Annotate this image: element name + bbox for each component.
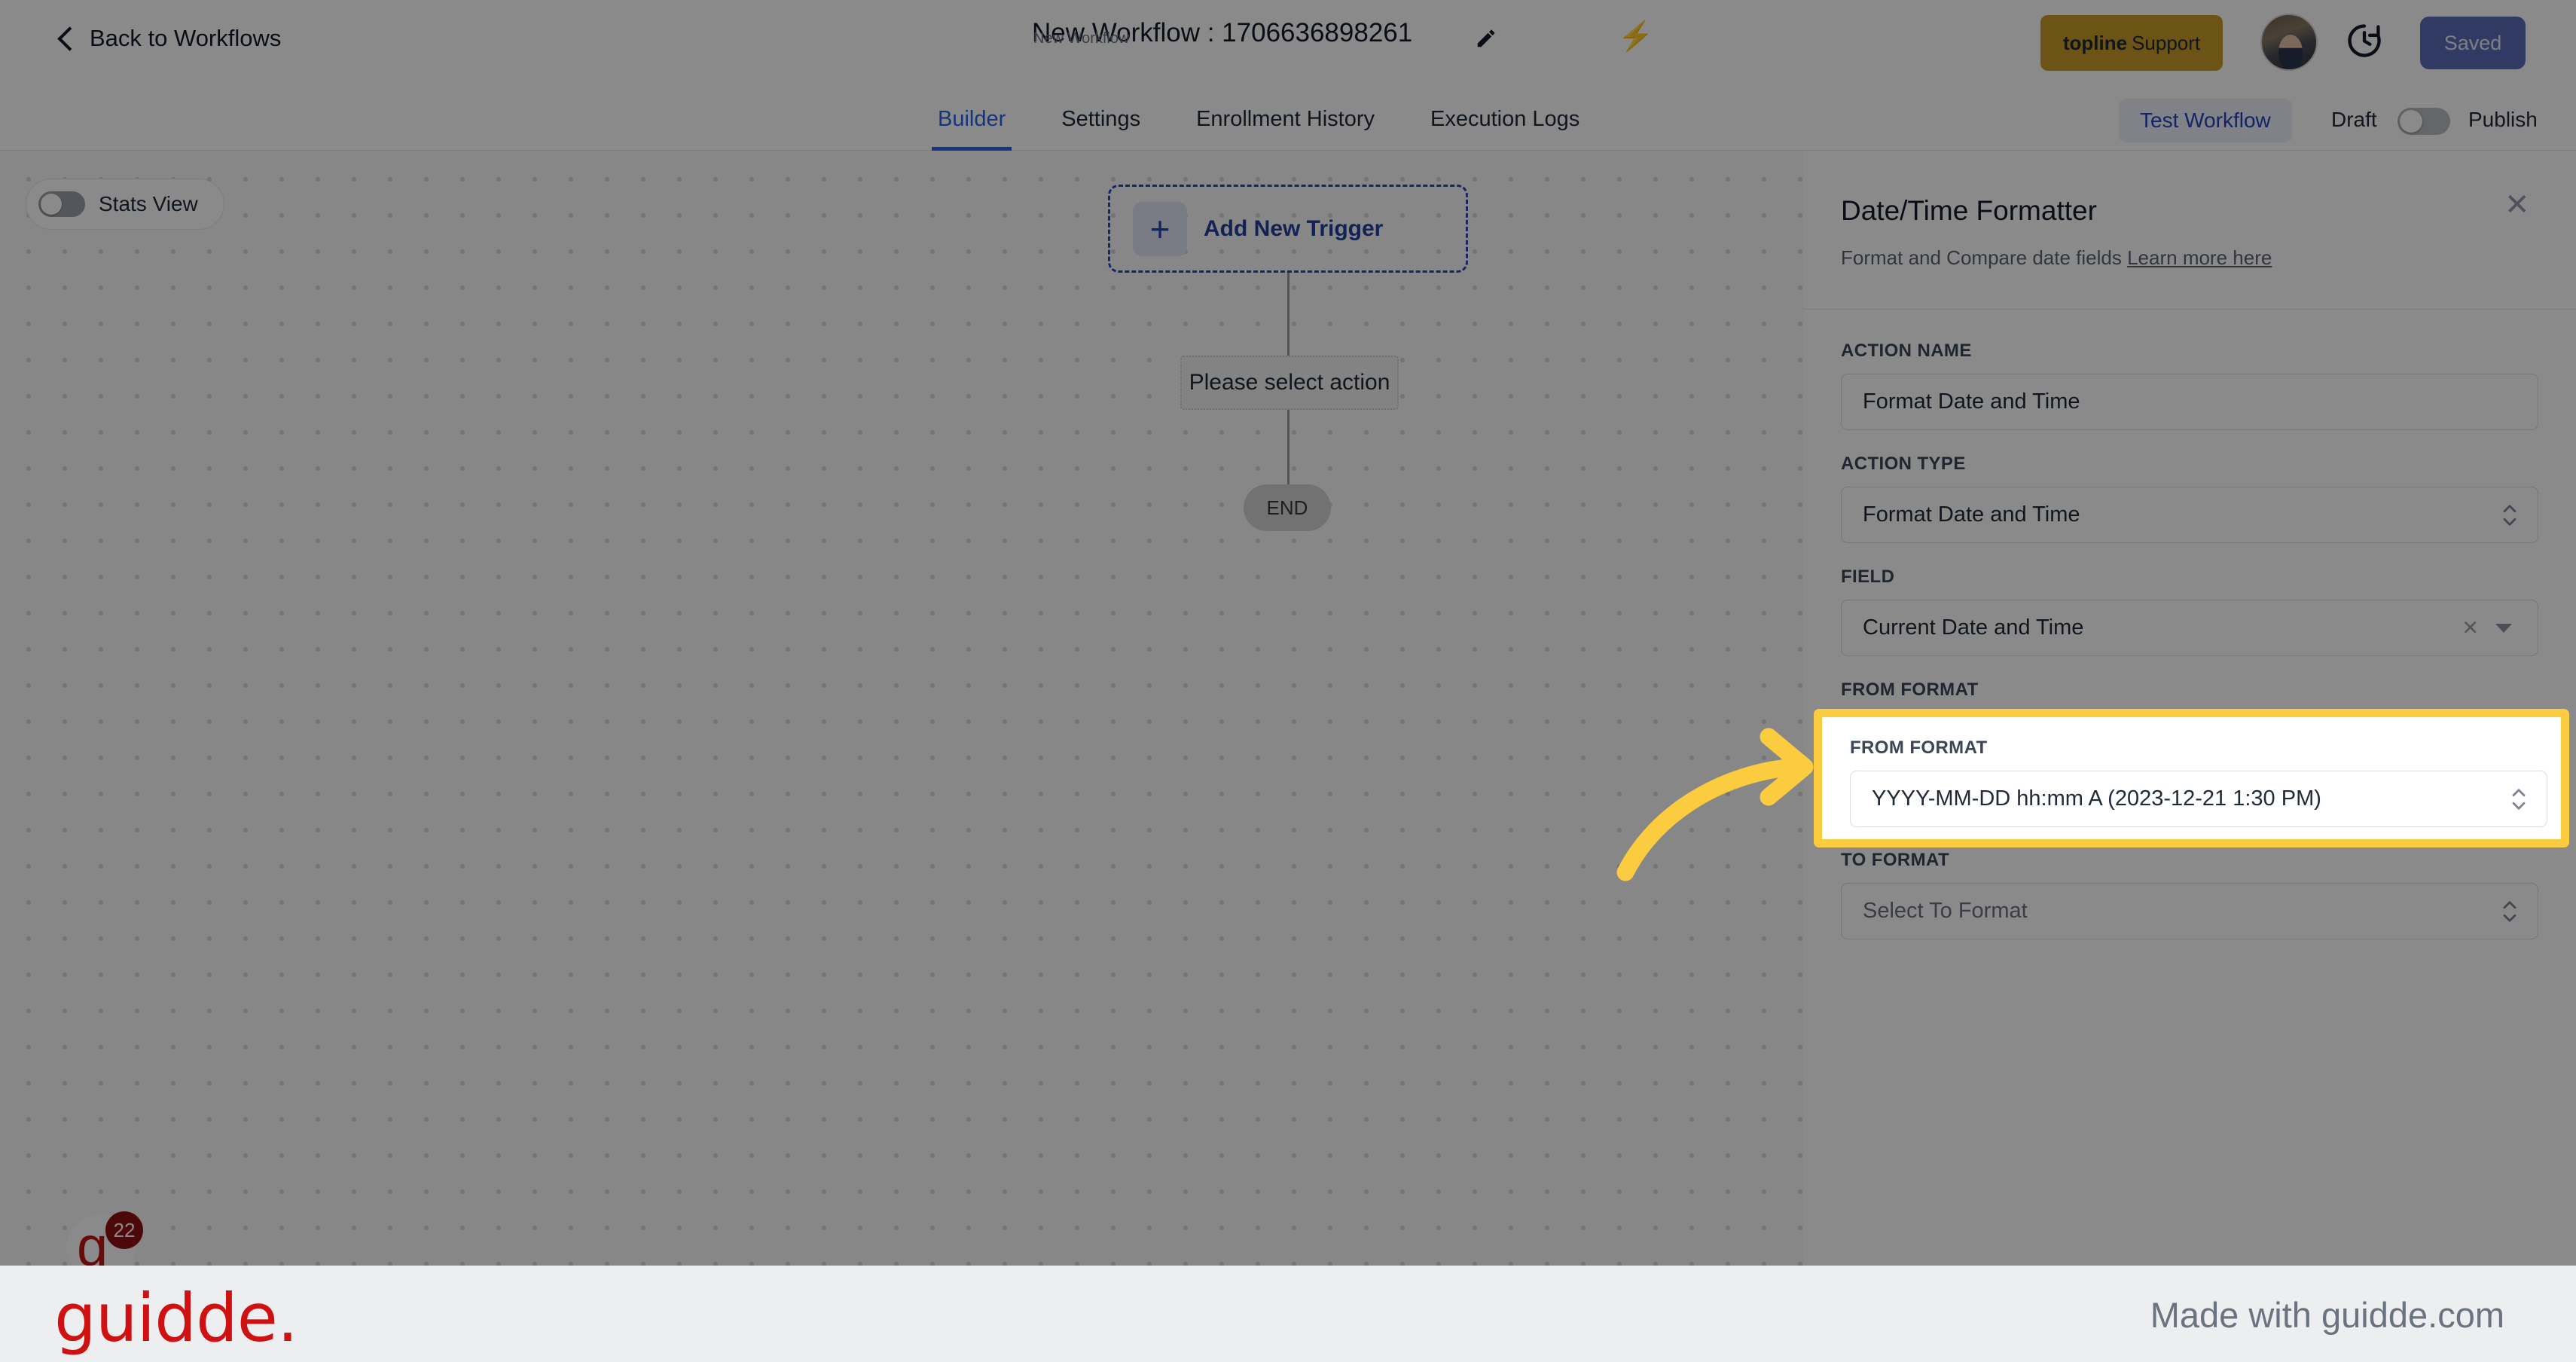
made-with-guidde-label: Made with guidde.com bbox=[2150, 1295, 2504, 1335]
test-workflow-button[interactable]: Test Workflow bbox=[2119, 99, 2292, 142]
chevron-up-down-icon bbox=[2512, 788, 2526, 810]
field-value: Current Date and Time bbox=[1863, 615, 2084, 640]
tab-execution-logs-label: Execution Logs bbox=[1430, 107, 1580, 131]
guidde-footer: guidde. Made with guidde.com bbox=[0, 1266, 2576, 1362]
chevron-up-down-icon bbox=[2503, 504, 2516, 526]
notification-badge-widget[interactable]: g 22 bbox=[66, 1211, 143, 1266]
from-format-select[interactable]: YYYY-MM-DD hh:mm A (2023-12-21 1:30 PM) bbox=[1850, 771, 2547, 827]
to-format-value: Select To Format bbox=[1863, 899, 2028, 923]
stats-view-label: Stats View bbox=[99, 192, 198, 215]
close-icon[interactable]: ✕ bbox=[2504, 190, 2530, 220]
panel-header: Date/Time Formatter Format and Compare d… bbox=[1804, 151, 2576, 310]
from-format-label: FROM FORMAT bbox=[1850, 737, 1988, 758]
tab-list: Builder Settings Enrollment History Exec… bbox=[910, 88, 1607, 151]
stats-view-switch[interactable] bbox=[38, 191, 85, 217]
top-bar: Back to Workflows New Workflow New Workf… bbox=[0, 0, 2576, 88]
lightning-bolt-icon[interactable]: ⚡ bbox=[1618, 23, 1653, 51]
notification-count: 22 bbox=[105, 1211, 143, 1249]
pencil-icon[interactable] bbox=[1475, 27, 1497, 50]
connector-trigger-to-action bbox=[1287, 273, 1290, 356]
test-workflow-label: Test Workflow bbox=[2140, 108, 2271, 132]
avatar[interactable] bbox=[2260, 14, 2318, 71]
guidde-logo: guidde. bbox=[54, 1279, 298, 1357]
tab-bar: Builder Settings Enrollment History Exec… bbox=[0, 88, 2576, 151]
stats-view-toggle[interactable]: Stats View bbox=[26, 179, 224, 230]
guidde-mark-icon: g bbox=[77, 1215, 108, 1266]
support-label: Support bbox=[2132, 31, 2201, 54]
action-settings-panel: Date/Time Formatter Format and Compare d… bbox=[1804, 151, 2576, 1266]
action-type-value: Format Date and Time bbox=[1863, 502, 2080, 527]
plus-icon: + bbox=[1133, 201, 1187, 256]
action-name-input[interactable]: Format Date and Time bbox=[1841, 374, 2538, 430]
tab-builder[interactable]: Builder bbox=[910, 88, 1033, 151]
to-format-label: TO FORMAT bbox=[1841, 850, 1950, 870]
chevron-up-down-icon bbox=[2503, 900, 2516, 922]
from-format-value: YYYY-MM-DD hh:mm A (2023-12-21 1:30 PM) bbox=[1872, 786, 2321, 811]
application-window: Back to Workflows New Workflow New Workf… bbox=[0, 0, 2576, 1266]
support-button[interactable]: topline Support bbox=[2040, 15, 2223, 71]
workflow-title-ghost: New Workflow bbox=[1033, 30, 1130, 47]
panel-subtitle-text: Format and Compare date fields bbox=[1841, 246, 2122, 269]
field-label: FIELD bbox=[1841, 566, 1895, 587]
action-type-label: ACTION TYPE bbox=[1841, 453, 1966, 474]
tab-enrollment-history[interactable]: Enrollment History bbox=[1168, 88, 1402, 151]
add-new-trigger-button[interactable]: + Add New Trigger bbox=[1108, 185, 1468, 273]
support-brand: topline bbox=[2062, 31, 2128, 54]
action-type-group: ACTION TYPE Format Date and Time bbox=[1841, 453, 2538, 543]
end-label: END bbox=[1266, 496, 1308, 519]
tab-builder-label: Builder bbox=[938, 107, 1006, 131]
tab-settings-label: Settings bbox=[1061, 107, 1141, 131]
tab-execution-logs[interactable]: Execution Logs bbox=[1402, 88, 1607, 151]
select-action-node[interactable]: Please select action bbox=[1180, 356, 1399, 410]
action-name-value: Format Date and Time bbox=[1863, 389, 2080, 414]
chevron-down-icon bbox=[2495, 623, 2512, 633]
clock-history-icon[interactable] bbox=[2345, 21, 2384, 60]
action-name-group: ACTION NAME Format Date and Time bbox=[1841, 340, 2538, 430]
action-type-select[interactable]: Format Date and Time bbox=[1841, 487, 2538, 543]
to-format-group: TO FORMAT Select To Format bbox=[1841, 850, 2538, 939]
from-format-highlight: FROM FORMAT YYYY-MM-DD hh:mm A (2023-12-… bbox=[1814, 709, 2569, 847]
draft-label: Draft bbox=[2331, 108, 2377, 131]
chevron-left-icon bbox=[56, 30, 73, 47]
field-select[interactable]: Current Date and Time ✕ bbox=[1841, 600, 2538, 656]
select-action-label: Please select action bbox=[1189, 370, 1390, 395]
saved-button[interactable]: Saved bbox=[2420, 17, 2526, 69]
action-name-label: ACTION NAME bbox=[1841, 340, 1972, 361]
from-format-label-base: FROM FORMAT bbox=[1841, 679, 1979, 700]
field-group: FIELD Current Date and Time ✕ bbox=[1841, 566, 2538, 656]
panel-title: Date/Time Formatter bbox=[1841, 195, 2097, 226]
saved-label: Saved bbox=[2443, 31, 2502, 54]
tab-settings[interactable]: Settings bbox=[1033, 88, 1168, 151]
connector-action-to-end bbox=[1287, 410, 1290, 493]
to-format-select[interactable]: Select To Format bbox=[1841, 883, 2538, 939]
learn-more-link[interactable]: Learn more here bbox=[2127, 246, 2272, 269]
publish-toggle[interactable] bbox=[2397, 108, 2450, 135]
add-new-trigger-label: Add New Trigger bbox=[1204, 215, 1384, 241]
back-to-workflows-button[interactable]: Back to Workflows bbox=[56, 25, 281, 52]
back-to-workflows-label: Back to Workflows bbox=[90, 25, 282, 51]
publish-label: Publish bbox=[2468, 108, 2538, 131]
from-format-group: FROM FORMAT YYYY-MM-DD hh:mm A (2023-12-… bbox=[1850, 737, 2547, 827]
curved-arrow-icon bbox=[1616, 728, 1814, 881]
workflow-title: New Workflow New Workflow : 170663689826… bbox=[1032, 18, 1412, 48]
panel-subtitle: Format and Compare date fields Learn mor… bbox=[1841, 246, 2272, 270]
screenshot-root: Back to Workflows New Workflow New Workf… bbox=[0, 0, 2576, 1362]
end-node: END bbox=[1244, 484, 1331, 531]
tab-enrollment-history-label: Enrollment History bbox=[1196, 107, 1375, 131]
clear-icon[interactable]: ✕ bbox=[2462, 618, 2479, 638]
